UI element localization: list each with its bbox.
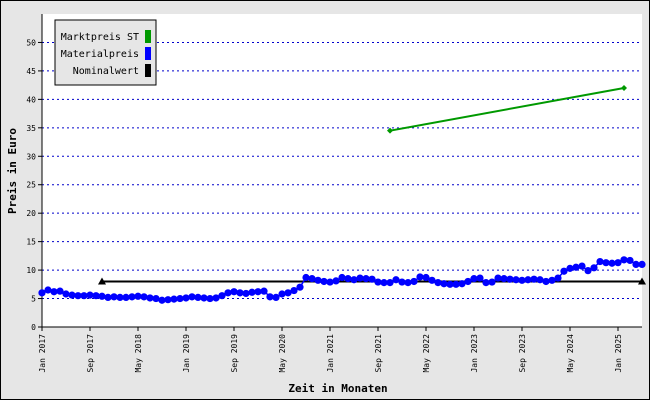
- materialpreis-point: [302, 273, 310, 282]
- materialpreis-point: [626, 256, 634, 265]
- materialpreis-point: [434, 279, 442, 287]
- materialpreis-point: [140, 293, 148, 301]
- materialpreis-point: [488, 278, 496, 286]
- y-tick-label: 35: [26, 124, 36, 133]
- legend-label: Materialpreis: [61, 49, 139, 60]
- x-tick-label: Sep 2017: [86, 334, 95, 373]
- materialpreis-point: [98, 292, 106, 300]
- materialpreis-point: [404, 279, 412, 287]
- x-tick-label: Sep 2019: [230, 334, 239, 373]
- x-tick-label: May 2022: [422, 334, 431, 373]
- materialpreis-point: [230, 288, 238, 296]
- y-tick-label: 20: [26, 209, 36, 218]
- materialpreis-point: [224, 289, 232, 297]
- materialpreis-point: [578, 262, 586, 270]
- x-tick-label: Sep 2023: [518, 334, 527, 373]
- x-tick-label: May 2024: [566, 334, 575, 373]
- materialpreis-point: [554, 274, 562, 282]
- x-tick-label: Jan 2019: [182, 334, 191, 373]
- materialpreis-point: [542, 277, 550, 286]
- materialpreis-point: [182, 294, 190, 302]
- x-tick-label: Jan 2021: [326, 334, 335, 373]
- legend-label: Marktpreis ST: [61, 32, 139, 43]
- legend-swatch: [145, 64, 151, 77]
- price-chart: 0 5 10 15 20 25 30 35 40 45 50 Jan 2017 Sep 2017 May …: [0, 0, 650, 400]
- y-axis-title: Preis in Euro: [6, 128, 19, 214]
- materialpreis-point: [344, 275, 352, 283]
- x-tick-label: Jan 2017: [38, 334, 47, 373]
- y-tick-label: 25: [26, 181, 36, 190]
- legend-swatch: [145, 47, 151, 60]
- x-axis-title: Zeit in Monaten: [288, 382, 387, 395]
- materialpreis-point: [410, 277, 418, 286]
- legend-swatch: [145, 30, 151, 43]
- y-tick-label: 30: [26, 152, 36, 161]
- y-tick-label: 0: [31, 323, 36, 332]
- materialpreis-point: [566, 264, 574, 272]
- materialpreis-point: [638, 260, 646, 268]
- materialpreis-point: [572, 263, 580, 271]
- materialpreis-point: [314, 276, 322, 284]
- materialpreis-point: [326, 278, 334, 286]
- y-tick-label: 40: [26, 95, 36, 104]
- materialpreis-point: [338, 273, 346, 282]
- x-tick-label: May 2018: [134, 334, 143, 373]
- x-tick-label: Sep 2021: [374, 334, 383, 373]
- materialpreis-point: [242, 289, 250, 298]
- legend-label: Nominalwert: [73, 66, 139, 77]
- y-tick-label: 5: [31, 295, 36, 304]
- x-tick-label: May 2020: [278, 334, 287, 373]
- y-tick-label: 50: [26, 38, 36, 47]
- materialpreis-point: [476, 274, 484, 282]
- materialpreis-point: [296, 283, 304, 291]
- materialpreis-point: [278, 290, 286, 298]
- materialpreis-point: [590, 264, 598, 272]
- y-tick-label: 45: [26, 67, 36, 76]
- chart-container: 0 5 10 15 20 25 30 35 40 45 50 Jan 2017 Sep 2017 May …: [0, 0, 650, 400]
- materialpreis-point: [596, 257, 604, 266]
- x-tick-label: Jan 2023: [470, 334, 479, 373]
- y-tick-label: 10: [26, 266, 36, 275]
- x-tick-label: Jan 2025: [614, 334, 623, 373]
- materialpreis-point: [260, 287, 268, 295]
- y-tick-label: 15: [26, 238, 36, 247]
- materialpreis-point: [62, 290, 70, 298]
